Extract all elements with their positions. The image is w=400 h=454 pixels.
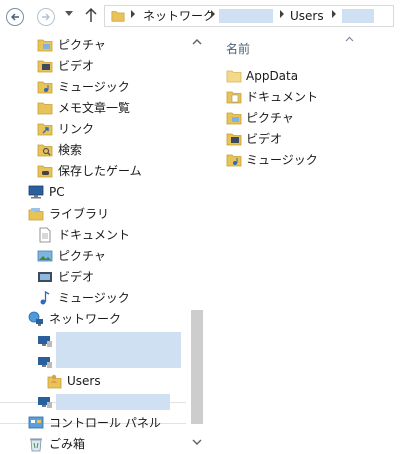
saved-games-folder-icon <box>37 165 53 178</box>
forward-button[interactable] <box>37 8 55 26</box>
breadcrumb-separator[interactable] <box>131 10 135 18</box>
videos-library-icon <box>38 272 52 282</box>
nav-item-label: リンク <box>58 122 95 136</box>
nav-item-label: ドキュメント <box>58 228 131 242</box>
breadcrumb-users[interactable]: Users <box>290 9 324 23</box>
links-folder-icon <box>37 123 53 136</box>
network-computer-icon <box>38 336 52 347</box>
user-folder-icon <box>47 374 62 389</box>
nav-item-label: ネットワーク <box>49 312 122 326</box>
nav-item-label: メモ文章一覧 <box>58 101 131 115</box>
network-computer-icon <box>38 397 52 408</box>
nav-item-label: ピクチャ <box>58 38 106 52</box>
breadcrumb-redacted[interactable] <box>219 9 273 23</box>
breadcrumb-separator[interactable] <box>280 10 284 18</box>
videos-folder-icon <box>37 60 53 73</box>
pictures-folder-icon <box>37 39 53 52</box>
file-item-label: ドキュメント <box>246 90 319 104</box>
folder-icon <box>37 102 53 115</box>
nav-item-label: ミュージック <box>58 291 130 305</box>
column-header-name[interactable]: 名前 <box>226 40 250 57</box>
folder-icon <box>111 11 125 22</box>
recycle-bin-icon <box>30 438 42 452</box>
nav-item-label: PC <box>49 185 65 199</box>
arrow-left-icon <box>11 13 19 21</box>
nav-item-label: ビデオ <box>58 270 95 284</box>
toolbar: ネットワーク Users <box>0 0 400 34</box>
control-panel-icon <box>28 416 44 429</box>
breadcrumb-network[interactable]: ネットワーク <box>143 9 215 23</box>
file-item-label: ミュージック <box>246 153 318 167</box>
music-folder-icon <box>37 81 53 94</box>
pictures-folder-icon <box>226 112 242 125</box>
nav-item-label: 保存したゲーム <box>58 164 142 178</box>
up-button[interactable] <box>85 7 97 23</box>
navigation-pane: ピクチャ ビデオ ミュージック メモ文章一覧 リンク 検索 保存したゲーム PC… <box>0 34 206 452</box>
file-item-label: AppData <box>246 69 299 83</box>
file-item-label: ピクチャ <box>246 111 294 125</box>
redacted-computer-name <box>56 394 170 410</box>
back-button[interactable] <box>6 8 24 26</box>
file-item-label: ビデオ <box>246 132 283 146</box>
documents-folder-icon <box>226 91 242 104</box>
music-library-icon <box>40 290 50 305</box>
nav-item-label: Users <box>67 374 101 388</box>
search-folder-icon <box>37 144 53 157</box>
videos-folder-icon <box>226 133 242 146</box>
file-list-pane: 名前 AppData ドキュメント ピクチャ ビデオ ミュージック <box>210 34 400 452</box>
music-folder-icon <box>226 154 242 167</box>
recent-locations-dropdown[interactable] <box>65 11 73 17</box>
scroll-down-arrow-icon[interactable] <box>192 439 202 446</box>
breadcrumb-separator[interactable] <box>211 10 215 18</box>
libraries-icon <box>28 208 44 221</box>
nav-item-label: ライブラリ <box>49 207 110 221</box>
sort-ascending-icon <box>345 36 354 42</box>
documents-library-icon <box>39 227 51 243</box>
network-icon <box>28 311 43 326</box>
breadcrumb-redacted[interactable] <box>342 9 374 23</box>
pictures-library-icon <box>37 250 53 262</box>
network-computer-icon <box>38 357 52 368</box>
navigation-scrollbar[interactable] <box>188 34 206 452</box>
address-bar[interactable]: ネットワーク Users <box>104 5 394 27</box>
nav-item-label: コントロール パネル <box>49 416 161 430</box>
arrow-right-icon <box>42 13 50 21</box>
folder-icon <box>226 70 242 83</box>
nav-item-label: 検索 <box>58 143 83 157</box>
nav-item-label: ビデオ <box>58 59 95 73</box>
nav-item-label: ごみ箱 <box>49 437 86 451</box>
nav-item-label: ミュージック <box>58 80 130 94</box>
breadcrumb-separator[interactable] <box>332 10 336 18</box>
scrollbar-thumb[interactable] <box>191 310 203 424</box>
redacted-computer-names <box>56 332 181 368</box>
nav-item-label: ピクチャ <box>58 249 106 263</box>
computer-icon <box>28 185 44 199</box>
scroll-up-arrow-icon[interactable] <box>192 38 202 45</box>
